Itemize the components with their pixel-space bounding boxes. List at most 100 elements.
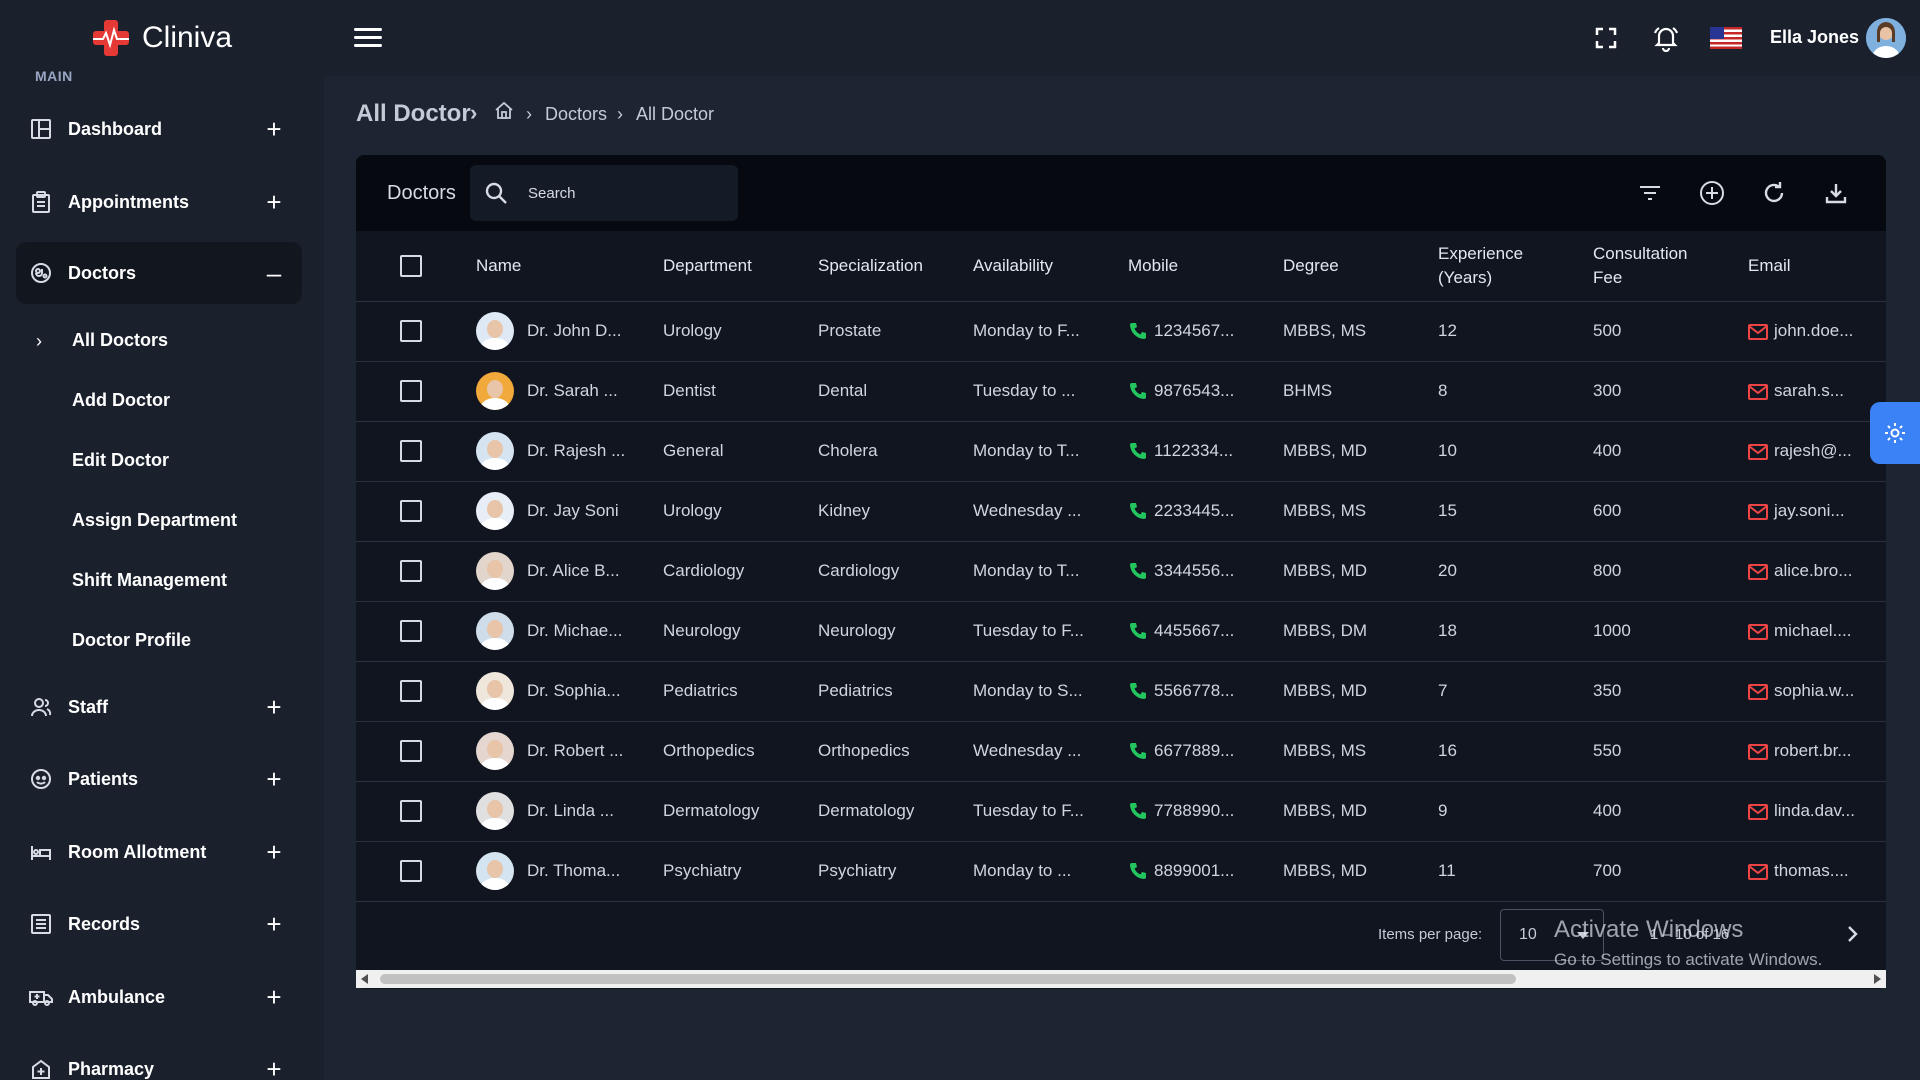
doctor-name-cell: Dr. Robert ... — [476, 721, 663, 782]
row-checkbox[interactable] — [400, 320, 422, 342]
settings-button[interactable] — [1870, 402, 1920, 464]
filter-icon[interactable] — [1634, 177, 1666, 209]
table-row[interactable]: Dr. Linda ... Dermatology Dermatology Tuesd… — [356, 781, 1886, 842]
doctor-avatar — [476, 312, 514, 350]
search-input[interactable] — [528, 180, 718, 206]
sidebar-item-staff[interactable]: Staff + — [16, 676, 302, 738]
sidebar-item-records[interactable]: Records + — [16, 893, 302, 955]
notification-bell-icon[interactable] — [1650, 22, 1682, 54]
submenu-add-doctor[interactable]: Add Doctor — [72, 390, 170, 411]
cliniva-logo-icon — [90, 18, 132, 58]
fee-cell: 400 — [1593, 781, 1748, 842]
page-title: All Doctor — [356, 100, 471, 127]
phone-icon — [1130, 323, 1146, 340]
sidebar-item-pharmacy[interactable]: Pharmacy + — [16, 1038, 302, 1080]
user-avatar[interactable] — [1866, 18, 1906, 58]
chevron-right-icon — [1848, 926, 1858, 942]
email-address: rajesh@... — [1774, 441, 1852, 460]
submenu-all-doctors[interactable]: All Doctors — [72, 330, 168, 351]
column-header-email[interactable]: Email — [1748, 231, 1886, 302]
search-box[interactable] — [470, 165, 738, 221]
row-checkbox[interactable] — [400, 500, 422, 522]
table-row[interactable]: Dr. Thoma... Psychiatry Psychiatry Monday t… — [356, 841, 1886, 902]
horizontal-scrollbar[interactable] — [356, 970, 1886, 988]
availability-cell: Monday to F... — [973, 301, 1128, 362]
us-flag-icon[interactable] — [1710, 22, 1742, 54]
experience-cell: 20 — [1438, 541, 1593, 602]
submenu-doctor-profile[interactable]: Doctor Profile — [72, 630, 191, 651]
sidebar-item-ambulance[interactable]: Ambulance + — [16, 966, 302, 1028]
department-cell: Urology — [663, 481, 818, 542]
scroll-left-arrow-icon[interactable] — [360, 974, 370, 984]
email-cell: michael.... — [1748, 601, 1886, 662]
watermark-title: Activate Windows — [1554, 916, 1744, 943]
fee-cell: 700 — [1593, 841, 1748, 902]
doctor-name-cell: Dr. Alice B... — [476, 541, 663, 602]
row-checkbox[interactable] — [400, 860, 422, 882]
select-all-checkbox[interactable] — [400, 254, 422, 277]
top-header: Cliniva Ella Jones — [0, 0, 1920, 76]
fee-cell: 1000 — [1593, 601, 1748, 662]
column-header-degree[interactable]: Degree — [1283, 231, 1438, 302]
submenu-assign-department[interactable]: Assign Department — [72, 510, 237, 531]
specialization-cell: Psychiatry — [818, 841, 973, 902]
app-name: Cliniva — [142, 21, 233, 54]
column-header-availability[interactable]: Availability — [973, 231, 1128, 302]
submenu-edit-doctor[interactable]: Edit Doctor — [72, 450, 169, 471]
mobile-number: 1234567... — [1154, 320, 1235, 340]
sidebar-item-appointments[interactable]: Appointments + — [16, 171, 302, 233]
row-checkbox[interactable] — [400, 440, 422, 462]
chevron-right-icon: › — [526, 104, 532, 124]
scroll-right-arrow-icon[interactable] — [1872, 974, 1882, 984]
email-cell: jay.soni... — [1748, 481, 1886, 542]
doctor-name: Dr. Michae... — [527, 621, 623, 640]
scrollbar-thumb[interactable] — [380, 974, 1516, 984]
row-checkbox[interactable] — [400, 680, 422, 702]
phone-icon — [1130, 383, 1146, 400]
column-header-experience[interactable]: Experience (Years) — [1438, 231, 1593, 302]
sidebar-item-room-allotment[interactable]: Room Allotment + — [16, 821, 302, 883]
refresh-icon[interactable] — [1758, 177, 1790, 209]
column-header-fee[interactable]: Consultation Fee — [1593, 231, 1748, 302]
doctor-name: Dr. Linda ... — [527, 801, 614, 820]
sidebar-item-patients[interactable]: Patients + — [16, 748, 302, 810]
add-circle-icon[interactable] — [1696, 177, 1728, 209]
fullscreen-icon[interactable] — [1590, 22, 1622, 54]
stethoscope-icon — [28, 260, 54, 286]
table-row[interactable]: Dr. Michae... Neurology Neurology Tuesday t… — [356, 601, 1886, 662]
row-checkbox[interactable] — [400, 740, 422, 762]
row-checkbox[interactable] — [400, 800, 422, 822]
next-page-button[interactable] — [1840, 922, 1864, 951]
column-header-name[interactable]: Name — [476, 231, 663, 302]
table-row[interactable]: Dr. Sarah ... Dentist Dental Tuesday to ...… — [356, 361, 1886, 422]
doctor-name: Dr. Thoma... — [527, 861, 621, 880]
email-cell: john.doe... — [1748, 301, 1886, 362]
ambulance-icon — [28, 984, 54, 1010]
table-row[interactable]: Dr. Rajesh ... General Cholera Monday to T.… — [356, 421, 1886, 482]
sidebar-item-doctors[interactable]: Doctors – — [16, 242, 302, 304]
table-row[interactable]: Dr. John D... Urology Prostate Monday to F.… — [356, 301, 1886, 362]
row-checkbox[interactable] — [400, 620, 422, 642]
table-row[interactable]: Dr. Robert ... Orthopedics Orthopedics Wedn… — [356, 721, 1886, 782]
sidebar-item-dashboard[interactable]: Dashboard + — [16, 98, 302, 160]
table-row[interactable]: Dr. Jay Soni Urology Kidney Wednesday ... 22… — [356, 481, 1886, 542]
brand[interactable]: Cliniva — [90, 18, 232, 58]
user-name[interactable]: Ella Jones — [1770, 27, 1859, 48]
column-header-department[interactable]: Department — [663, 231, 818, 302]
column-header-mobile[interactable]: Mobile — [1128, 231, 1283, 302]
availability-cell: Wednesday ... — [973, 481, 1128, 542]
home-icon[interactable] — [494, 100, 514, 125]
phone-icon — [1130, 683, 1146, 700]
row-checkbox[interactable] — [400, 380, 422, 402]
download-icon[interactable] — [1820, 177, 1852, 209]
column-header-specialization[interactable]: Specialization — [818, 231, 973, 302]
menu-toggle-button[interactable] — [354, 28, 382, 50]
table-row[interactable]: Dr. Alice B... Cardiology Cardiology Monday… — [356, 541, 1886, 602]
clipboard-icon — [28, 189, 54, 215]
submenu-shift-management[interactable]: Shift Management — [72, 570, 227, 591]
row-checkbox[interactable] — [400, 560, 422, 582]
mobile-number: 5566778... — [1154, 680, 1235, 700]
table-row[interactable]: Dr. Sophia... Pediatrics Pediatrics Monday … — [356, 661, 1886, 722]
expand-icon: + — [266, 764, 282, 794]
breadcrumb-doctors-link[interactable]: Doctors — [545, 104, 607, 125]
